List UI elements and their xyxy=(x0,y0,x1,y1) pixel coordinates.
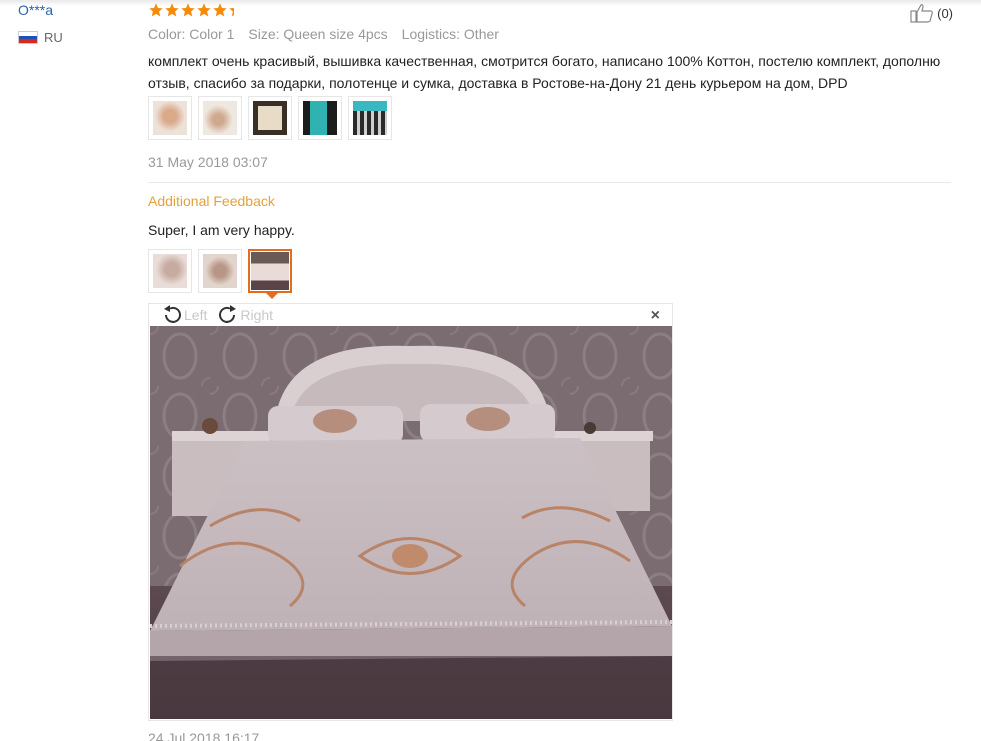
additional-feedback-text: Super, I am very happy. xyxy=(148,222,295,238)
photo-thumbnail[interactable] xyxy=(148,249,192,293)
star-icon xyxy=(149,3,163,17)
review-date: 31 May 2018 03:07 xyxy=(148,154,268,170)
reviewer-name[interactable]: O***a xyxy=(18,2,53,18)
meta-color: Color: Color 1 xyxy=(148,26,235,42)
photo-thumbnail[interactable] xyxy=(198,249,242,293)
close-button[interactable]: × xyxy=(651,307,660,325)
photo-thumbnail[interactable] xyxy=(148,96,192,140)
rotate-right-icon xyxy=(219,305,237,323)
thumbs-up-icon xyxy=(910,4,934,23)
like-count: (0) xyxy=(937,5,953,21)
additional-photo-thumbs xyxy=(148,249,292,299)
review-text: комплект очень красивый, вышивка качеств… xyxy=(148,53,941,91)
rotate-right-button[interactable]: Right xyxy=(217,304,273,326)
star-icon xyxy=(197,3,211,17)
reviewer-country: RU xyxy=(18,30,63,45)
photo-viewer: Left Right × xyxy=(148,303,673,721)
rotate-left-label: Left xyxy=(184,307,208,323)
bedroom-photo-image xyxy=(150,326,672,719)
additional-feedback-date: 24 Jul 2018 16:17 xyxy=(148,730,260,741)
viewer-toolbar: Left Right × xyxy=(149,304,672,326)
like-button[interactable]: (0) xyxy=(910,3,953,23)
star-icon xyxy=(213,3,227,17)
rotate-left-icon xyxy=(164,305,181,323)
photo-thumbnail[interactable] xyxy=(298,96,342,140)
country-code: RU xyxy=(44,30,63,45)
star-end-icon xyxy=(228,2,234,23)
photo-thumbnail-selected[interactable] xyxy=(248,249,292,299)
meta-size: Size: Queen size 4pcs xyxy=(248,26,388,42)
divider xyxy=(148,182,951,183)
purchase-meta: Color: Color 1 Size: Queen size 4pcs Log… xyxy=(148,26,499,42)
additional-feedback-heading: Additional Feedback xyxy=(148,193,275,209)
rotate-right-label: Right xyxy=(240,307,274,323)
photo-thumbnail[interactable] xyxy=(198,96,242,140)
russia-flag-icon xyxy=(18,31,38,44)
bedroom-photo xyxy=(150,326,672,719)
photo-thumbnail[interactable] xyxy=(348,96,392,140)
review-photo-thumbs xyxy=(148,96,392,140)
photo-thumbnail[interactable] xyxy=(248,96,292,140)
star-icon xyxy=(181,3,195,17)
meta-logistics: Logistics: Other xyxy=(401,26,499,42)
rating-stars xyxy=(148,2,234,23)
rotate-left-button[interactable]: Left xyxy=(161,304,207,326)
star-icon xyxy=(165,3,179,17)
